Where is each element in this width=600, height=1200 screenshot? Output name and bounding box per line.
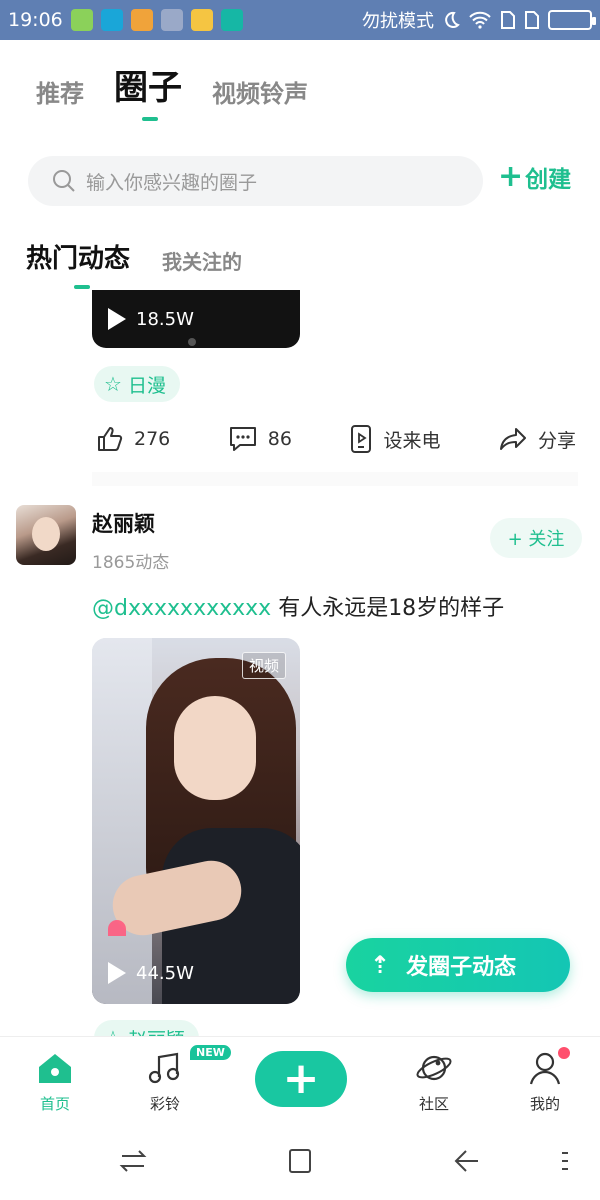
upload-arrow-icon: ⇡ bbox=[370, 951, 391, 979]
post-actions: 276 86 设来电 分享 bbox=[96, 424, 576, 454]
like-count: 276 bbox=[134, 428, 171, 450]
circle-tag-label: 日漫 bbox=[127, 374, 166, 397]
play-count-row: 44.5W bbox=[108, 962, 194, 984]
top-tabs: 推荐 圈子 视频铃声 bbox=[36, 60, 308, 121]
nav-community-label: 社区 bbox=[418, 1095, 449, 1113]
heart-icon bbox=[108, 920, 126, 936]
user-post-count: 1865动态 bbox=[92, 553, 170, 573]
phone-ringtone-icon bbox=[351, 425, 372, 453]
planet-icon bbox=[416, 1055, 452, 1081]
search-placeholder: 输入你感兴趣的圈子 bbox=[86, 171, 258, 194]
sim-icon bbox=[501, 11, 515, 29]
post-text: @dxxxxxxxxxxx 有人永远是18岁的样子 bbox=[92, 590, 504, 622]
tab-hot-feed[interactable]: 热门动态 bbox=[26, 238, 130, 289]
battery-icon bbox=[548, 10, 596, 30]
drag-dot bbox=[188, 338, 196, 346]
nav-community[interactable]: 社区 bbox=[394, 1051, 474, 1114]
share-button[interactable]: 分享 bbox=[498, 424, 576, 454]
comment-button[interactable]: 86 bbox=[228, 424, 292, 454]
mention-link[interactable]: @dxxxxxxxxxxx bbox=[92, 596, 271, 621]
nav-home-label: 首页 bbox=[39, 1095, 70, 1113]
prev-video-thumbnail[interactable]: 18.5W bbox=[92, 290, 300, 348]
set-ringtone-label: 设来电 bbox=[383, 429, 441, 452]
post-circle-update-button[interactable]: ⇡ 发圈子动态 bbox=[346, 938, 570, 992]
plus-icon: + bbox=[498, 159, 524, 194]
notification-dot bbox=[558, 1047, 570, 1059]
share-icon bbox=[499, 428, 526, 450]
tab-following[interactable]: 我关注的 bbox=[162, 246, 242, 275]
star-icon: ☆ bbox=[104, 372, 122, 396]
comment-icon bbox=[229, 427, 256, 451]
status-time: 19:06 bbox=[8, 9, 63, 31]
system-nav bbox=[0, 1126, 600, 1200]
menu-icon[interactable] bbox=[560, 1146, 572, 1176]
plus-icon: + bbox=[282, 1053, 320, 1104]
play-count: 18.5W bbox=[136, 308, 194, 330]
usb-icon bbox=[220, 9, 243, 31]
status-bar: 19:06 勿扰模式 bbox=[0, 0, 600, 40]
comment-count: 86 bbox=[267, 428, 292, 450]
post-caption: 有人永远是18岁的样子 bbox=[278, 596, 505, 621]
circle-tag[interactable]: ☆ 日漫 bbox=[94, 366, 180, 402]
back-icon[interactable] bbox=[452, 1146, 482, 1176]
music-note-icon bbox=[148, 1052, 180, 1084]
sub-tabs: 热门动态 我关注的 bbox=[26, 238, 242, 289]
like-button[interactable]: 276 bbox=[96, 424, 170, 454]
set-ringtone-button[interactable]: 设来电 bbox=[349, 424, 440, 454]
tab-video-ringtone[interactable]: 视频铃声 bbox=[212, 74, 308, 109]
bottom-nav: 首页 彩铃 NEW + 社区 我的 bbox=[0, 1036, 600, 1126]
nav-mine[interactable]: 我的 bbox=[505, 1051, 585, 1114]
tab-recommend[interactable]: 推荐 bbox=[36, 74, 84, 109]
user-name[interactable]: 赵丽颖 bbox=[92, 508, 155, 538]
folder-icon bbox=[190, 9, 213, 31]
feed[interactable]: 18.5W ☆ 日漫 276 86 设来电 分享 赵丽颖 1865动态 + 关注… bbox=[0, 290, 600, 1040]
follow-button[interactable]: + 关注 bbox=[490, 518, 582, 558]
home-square-icon[interactable] bbox=[286, 1146, 314, 1176]
thumbs-up-icon bbox=[98, 427, 123, 451]
play-count-row: 18.5W bbox=[108, 308, 194, 330]
share-label: 分享 bbox=[537, 429, 576, 452]
nav-ringtone[interactable]: 彩铃 bbox=[125, 1051, 205, 1114]
sim-icon-2 bbox=[525, 11, 539, 29]
app-notification-icon-2 bbox=[100, 9, 123, 31]
play-icon bbox=[108, 308, 126, 330]
play-icon bbox=[108, 962, 126, 984]
post-divider bbox=[92, 472, 578, 486]
nav-home[interactable]: 首页 bbox=[15, 1051, 95, 1114]
avatar[interactable] bbox=[16, 505, 76, 565]
create-label: 创建 bbox=[525, 167, 572, 193]
video-thumbnail[interactable]: 视频 44.5W bbox=[92, 638, 300, 1004]
new-badge: NEW bbox=[190, 1045, 231, 1060]
nav-mine-label: 我的 bbox=[529, 1095, 560, 1113]
search-icon bbox=[53, 170, 75, 192]
dnd-mode-text: 勿扰模式 bbox=[362, 11, 434, 32]
broom-icon bbox=[160, 9, 183, 31]
tab-circle[interactable]: 圈子 bbox=[114, 60, 182, 121]
app-notification-icon bbox=[70, 9, 93, 31]
post-circle-update-label: 发圈子动态 bbox=[406, 955, 517, 980]
wifi-icon bbox=[469, 11, 491, 29]
search-input[interactable]: 输入你感兴趣的圈子 bbox=[28, 156, 483, 206]
nav-ringtone-label: 彩铃 bbox=[149, 1095, 180, 1113]
play-count: 44.5W bbox=[136, 962, 194, 984]
video-badge: 视频 bbox=[241, 652, 286, 679]
switch-app-icon[interactable] bbox=[118, 1146, 148, 1176]
notification-icons bbox=[70, 9, 243, 31]
moon-icon bbox=[445, 11, 460, 28]
add-button[interactable]: + bbox=[255, 1051, 347, 1107]
home-icon bbox=[39, 1054, 71, 1083]
warning-icon bbox=[130, 9, 153, 31]
create-button[interactable]: + 创建 bbox=[498, 160, 571, 194]
